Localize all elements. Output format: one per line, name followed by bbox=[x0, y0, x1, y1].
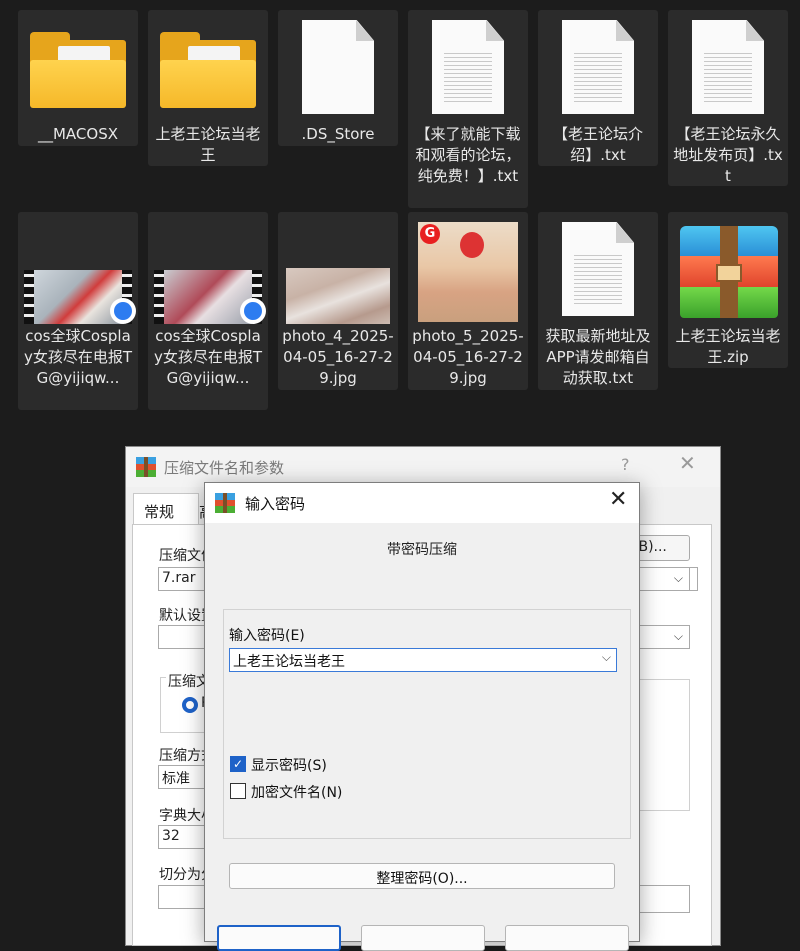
shortcut-badge-icon bbox=[110, 298, 136, 324]
video-thumbnail bbox=[148, 218, 268, 324]
tab-general[interactable]: 常规 bbox=[133, 493, 199, 525]
image-thumbnail bbox=[278, 218, 398, 324]
format-rar-radio[interactable] bbox=[182, 697, 198, 713]
dialog-title: 压缩文件名和参数 bbox=[164, 459, 285, 477]
dialog-titlebar: 输入密码 ✕ bbox=[205, 483, 639, 523]
winrar-icon bbox=[136, 457, 156, 477]
password-label: 输入密码(E) bbox=[229, 628, 305, 644]
help-button[interactable]: ? bbox=[621, 455, 630, 474]
file-name: 【来了就能下载和观看的论坛，纯免费！】.txt bbox=[415, 125, 521, 185]
file-name: 【老王论坛永久地址发布页】.txt bbox=[673, 125, 783, 185]
file-tile-photo-4[interactable]: photo_4_2025-04-05_16-27-29.jpg bbox=[278, 212, 398, 390]
file-name: 获取最新地址及APP请发邮箱自动获取.txt bbox=[545, 327, 651, 387]
password-input[interactable]: 上老王论坛当老王 ⌵ bbox=[229, 648, 617, 672]
file-tile-txt-2[interactable]: 【老王论坛介绍】.txt bbox=[538, 10, 658, 166]
file-name: cos全球Cosplay女孩尽在电报TG@yijiqw... bbox=[23, 327, 133, 387]
file-tile-photo-5[interactable]: G photo_5_2025-04-05_16-27-29.jpg bbox=[408, 212, 528, 390]
password-dialog: 输入密码 ✕ 带密码压缩 输入密码(E) 上老王论坛当老王 ⌵ ✓ 显示密码(S… bbox=[204, 482, 640, 951]
file-name: __MACOSX bbox=[37, 125, 119, 143]
video-thumbnail bbox=[18, 218, 138, 324]
show-password-checkbox[interactable]: ✓ bbox=[230, 756, 246, 772]
dialog-titlebar: 压缩文件名和参数 ? ✕ bbox=[126, 447, 720, 487]
text-file-icon bbox=[408, 16, 528, 122]
file-name: 上老王论坛当老王.zip bbox=[675, 327, 781, 366]
encrypt-filenames-label: 加密文件名(N) bbox=[251, 785, 343, 801]
image-thumbnail: G bbox=[408, 218, 528, 324]
password-value: 上老王论坛当老王 bbox=[233, 654, 345, 670]
folder-icon bbox=[18, 16, 138, 122]
file-name: photo_4_2025-04-05_16-27-29.jpg bbox=[282, 327, 394, 387]
file-tile-ds-store[interactable]: .DS_Store bbox=[278, 10, 398, 146]
close-icon[interactable]: ✕ bbox=[609, 487, 627, 512]
file-tile-txt-1[interactable]: 【来了就能下载和观看的论坛，纯免费！】.txt bbox=[408, 10, 528, 208]
shortcut-badge-icon bbox=[240, 298, 266, 324]
file-tile-txt-3[interactable]: 【老王论坛永久地址发布页】.txt bbox=[668, 10, 788, 186]
file-name: 上老王论坛当老王 bbox=[155, 125, 261, 164]
text-file-icon bbox=[538, 16, 658, 122]
file-tile-macosx[interactable]: __MACOSX bbox=[18, 10, 138, 146]
file-name: 【老王论坛介绍】.txt bbox=[552, 125, 643, 164]
file-tile-txt-4[interactable]: 获取最新地址及APP请发邮箱自动获取.txt bbox=[538, 212, 658, 390]
file-tile-folder[interactable]: 上老王论坛当老王 bbox=[148, 10, 268, 166]
winrar-archive-icon bbox=[668, 218, 788, 324]
encrypt-filenames-checkbox[interactable] bbox=[230, 783, 246, 799]
dialog-title: 输入密码 bbox=[245, 495, 306, 513]
file-tile-video-1[interactable]: cos全球Cosplay女孩尽在电报TG@yijiqw... bbox=[18, 212, 138, 410]
chevron-down-icon[interactable]: ⌵ bbox=[602, 650, 611, 665]
close-icon[interactable]: ✕ bbox=[679, 451, 696, 475]
text-file-icon bbox=[668, 16, 788, 122]
help-button[interactable] bbox=[505, 925, 629, 951]
ok-button[interactable] bbox=[217, 925, 341, 951]
file-tile-video-2[interactable]: cos全球Cosplay女孩尽在电报TG@yijiqw... bbox=[148, 212, 268, 410]
winrar-icon bbox=[215, 493, 235, 513]
dialog-subtitle: 带密码压缩 bbox=[387, 542, 457, 558]
file-tile-zip[interactable]: 上老王论坛当老王.zip bbox=[668, 212, 788, 368]
organize-passwords-button[interactable]: 整理密码(O)... bbox=[229, 863, 615, 889]
file-icon bbox=[278, 16, 398, 122]
folder-icon bbox=[148, 16, 268, 122]
show-password-label: 显示密码(S) bbox=[251, 758, 327, 774]
text-file-icon bbox=[538, 218, 658, 324]
file-name: cos全球Cosplay女孩尽在电报TG@yijiqw... bbox=[153, 327, 263, 387]
file-name: photo_5_2025-04-05_16-27-29.jpg bbox=[412, 327, 524, 387]
file-name: .DS_Store bbox=[301, 125, 375, 143]
cancel-button[interactable] bbox=[361, 925, 485, 951]
